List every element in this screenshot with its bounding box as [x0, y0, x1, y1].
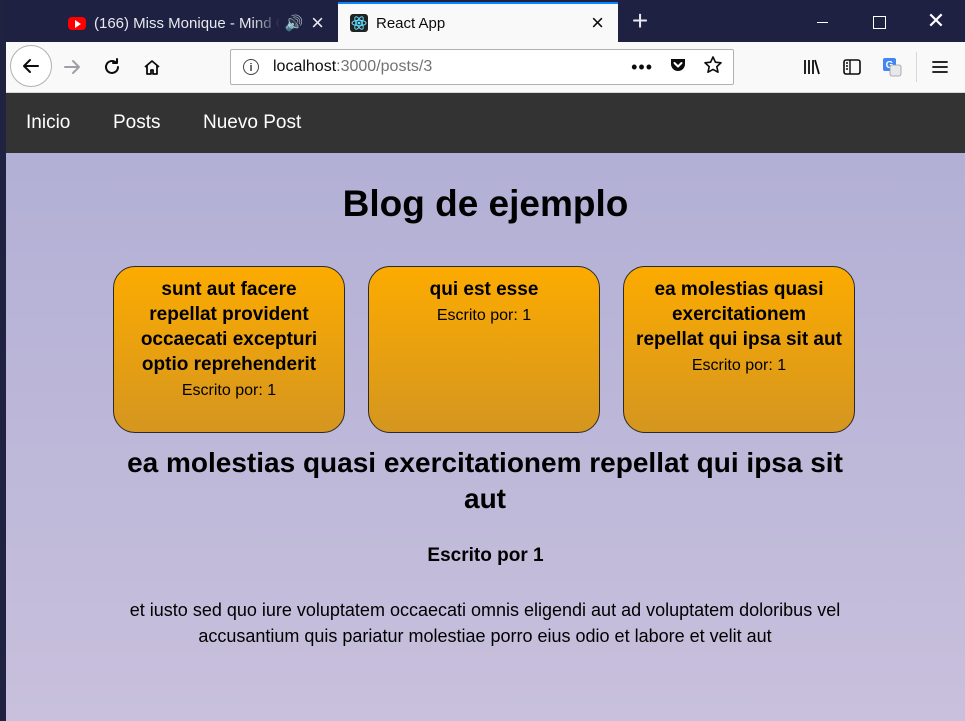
tab-youtube[interactable]: (166) Miss Monique - Mind Games 🔊 × [56, 4, 338, 42]
page-content: Inicio Posts Nuevo Post Blog de ejemplo … [6, 93, 965, 721]
post-card[interactable]: qui est esse Escrito por: 1 [368, 266, 600, 433]
new-tab-button[interactable]: + [624, 6, 656, 38]
close-tab-icon[interactable]: × [591, 12, 604, 34]
title-bar: (166) Miss Monique - Mind Games 🔊 × Reac… [6, 0, 965, 42]
post-card-author: Escrito por: 1 [436, 307, 532, 324]
post-body: et iusto sed quo iure voluptatem occaeca… [129, 600, 841, 646]
post-title: ea molestias quasi exercitationem repell… [127, 447, 843, 514]
sidebar-icon[interactable] [834, 47, 870, 87]
post-card-title: qui est esse [429, 279, 539, 300]
react-icon [350, 14, 368, 32]
post-card[interactable]: sunt aut facere repellat provident occae… [113, 266, 345, 433]
tab-title: (166) Miss Monique - Mind Games [94, 14, 280, 32]
post-card-author: Escrito por: 1 [181, 382, 277, 399]
pocket-icon[interactable] [669, 56, 687, 79]
browser-toolbar: i localhost:3000/posts/3 ••• G [6, 42, 965, 93]
forward-button[interactable] [52, 47, 92, 87]
nav-link-inicio[interactable]: Inicio [26, 93, 70, 153]
app-navbar: Inicio Posts Nuevo Post [6, 93, 965, 153]
post-card-author: Escrito por: 1 [691, 357, 787, 374]
back-button[interactable] [10, 45, 52, 87]
tab-react-app[interactable]: React App × [338, 2, 618, 42]
page-actions-icon[interactable]: ••• [631, 57, 653, 78]
post-card-title: ea molestias quasi exercitationem repell… [636, 279, 842, 350]
url-text[interactable]: localhost:3000/posts/3 [273, 58, 631, 76]
speaker-icon[interactable]: 🔊 [284, 14, 303, 32]
tab-title: React App [376, 14, 446, 32]
post-card-title: sunt aut facere repellat provident occae… [140, 279, 318, 375]
post-card[interactable]: ea molestias quasi exercitationem repell… [623, 266, 855, 433]
close-window-button[interactable]: ✕ [908, 0, 964, 42]
translate-icon[interactable]: G [874, 47, 910, 87]
nav-link-posts[interactable]: Posts [113, 93, 161, 153]
address-bar[interactable]: i localhost:3000/posts/3 ••• [230, 49, 734, 85]
browser-window: (166) Miss Monique - Mind Games 🔊 × Reac… [6, 0, 965, 721]
blog-title: Blog de ejemplo [342, 183, 629, 224]
reload-button[interactable] [92, 47, 132, 87]
info-icon[interactable]: i [243, 59, 259, 75]
maximize-button[interactable] [851, 0, 907, 42]
library-icon[interactable] [794, 47, 830, 87]
nav-link-nuevo-post[interactable]: Nuevo Post [203, 93, 301, 153]
minimize-button[interactable] [794, 0, 850, 42]
bookmark-star-icon[interactable] [703, 55, 723, 80]
hamburger-menu-icon[interactable] [922, 47, 958, 87]
close-tab-icon[interactable]: × [311, 12, 324, 34]
post-author: Escrito por 1 [427, 545, 544, 566]
toolbar-divider [916, 52, 917, 82]
home-button[interactable] [132, 47, 172, 87]
youtube-icon [68, 16, 86, 30]
